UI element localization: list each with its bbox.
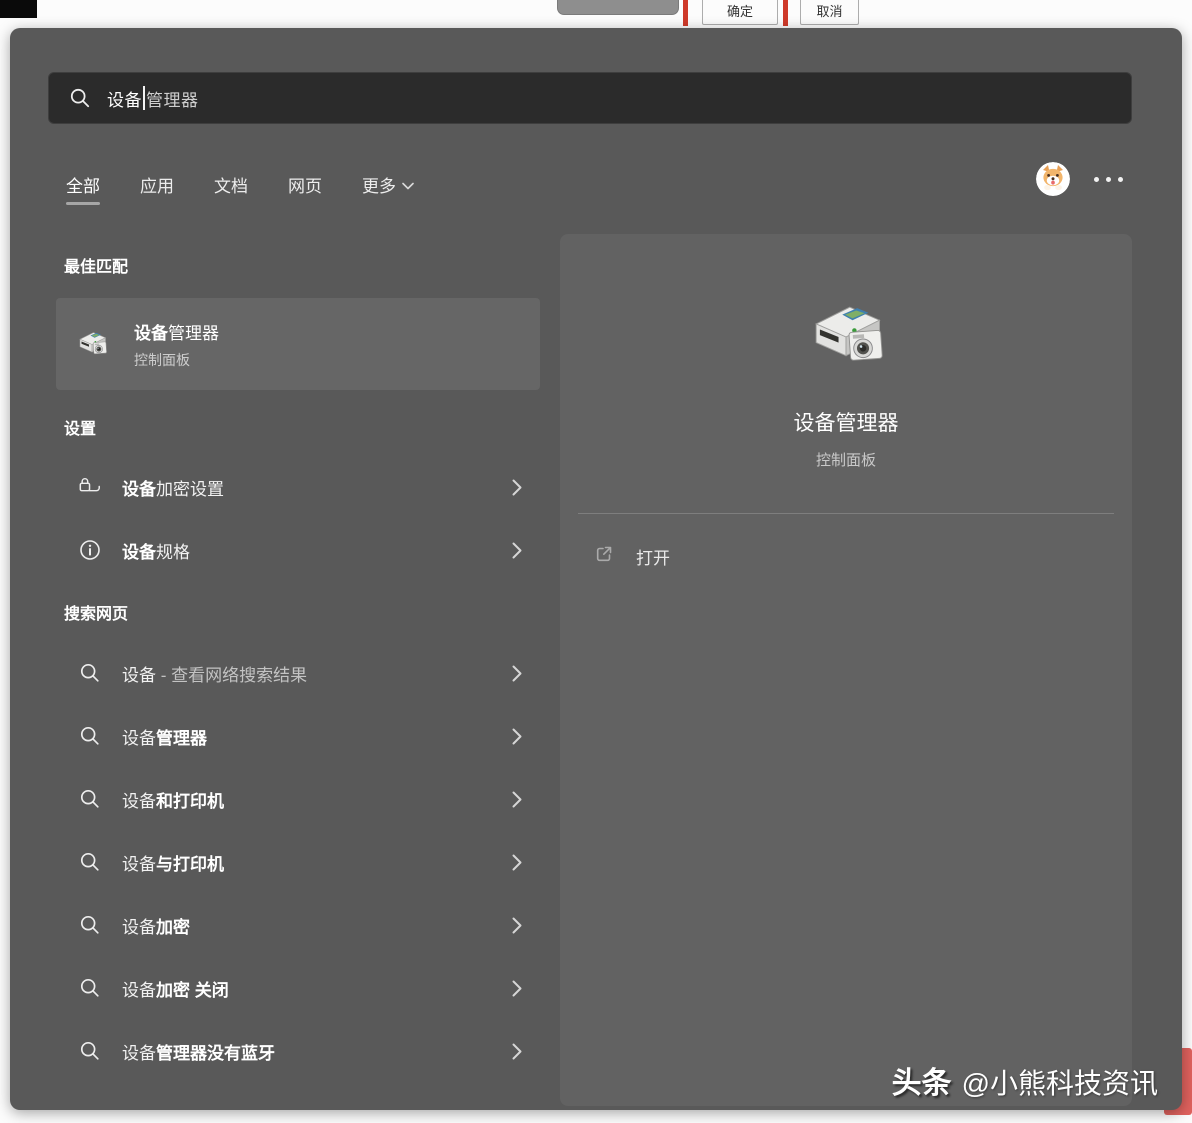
search-query-text: 设备 管理器: [107, 86, 199, 111]
web-suggestion-row[interactable]: 设备加密 关闭: [56, 962, 540, 1014]
chevron-right-icon: [512, 542, 522, 559]
search-icon: [78, 662, 102, 684]
cancel-button[interactable]: 取消: [800, 0, 859, 25]
tab-more[interactable]: 更多: [360, 170, 416, 209]
watermark-handle: @小熊科技资讯: [962, 1062, 1158, 1102]
device-manager-icon: [74, 328, 110, 361]
more-options-icon[interactable]: [1092, 170, 1125, 188]
device-manager-icon: [801, 296, 891, 383]
chevron-right-icon: [512, 1043, 522, 1060]
search-icon: [78, 1040, 102, 1062]
tab-web[interactable]: 网页: [286, 170, 324, 209]
web-suggestion-row[interactable]: 设备管理器: [56, 710, 540, 762]
background-gray-button: [557, 0, 679, 15]
section-header-best-match: 最佳匹配: [64, 253, 128, 277]
web-suggestion-row[interactable]: 设备 - 查看网络搜索结果: [56, 647, 540, 699]
chevron-right-icon: [512, 791, 522, 808]
chevron-right-icon: [512, 917, 522, 934]
chevron-right-icon: [512, 479, 522, 496]
search-input[interactable]: 设备 管理器: [48, 72, 1132, 124]
search-icon: [78, 977, 102, 999]
open-action[interactable]: 打开: [560, 534, 1132, 578]
annotation-red-bar: [683, 0, 688, 26]
ok-button[interactable]: 确定: [702, 0, 778, 25]
inline-autocomplete: 管理器: [146, 86, 199, 111]
settings-result-device-specs[interactable]: 设备规格: [56, 524, 540, 576]
tab-all[interactable]: 全部: [64, 170, 102, 209]
text-caret: [143, 86, 145, 110]
preview-subtitle: 控制面板: [816, 449, 876, 470]
chevron-right-icon: [512, 728, 522, 745]
best-match-title: 设备管理器: [134, 319, 219, 344]
web-suggestion-row[interactable]: 设备加密: [56, 899, 540, 951]
open-label: 打开: [636, 544, 670, 569]
best-match-subtitle: 控制面板: [134, 350, 219, 370]
open-external-icon: [594, 544, 614, 569]
chevron-right-icon: [512, 980, 522, 997]
settings-result-device-encryption[interactable]: 设备加密设置: [56, 461, 540, 513]
background-black-block: [0, 0, 37, 18]
annotation-red-bar: [783, 0, 788, 26]
watermark: 头条 @小熊科技资讯: [892, 1058, 1158, 1102]
search-icon: [78, 725, 102, 747]
chevron-right-icon: [512, 665, 522, 682]
web-suggestion-row[interactable]: 设备管理器没有蓝牙: [56, 1025, 540, 1077]
selected-tab-underline: [66, 202, 100, 205]
info-icon: [78, 538, 102, 562]
section-header-web-search: 搜索网页: [64, 600, 128, 624]
web-suggestion-row[interactable]: 设备和打印机: [56, 773, 540, 825]
divider: [578, 513, 1114, 514]
section-header-settings: 设置: [64, 415, 96, 439]
windows-search-flyout: 设备 管理器 全部 应用 文档 网页 更多: [10, 28, 1182, 1110]
search-icon: [78, 788, 102, 810]
chevron-down-icon: [402, 175, 414, 195]
web-suggestion-row[interactable]: 设备与打印机: [56, 836, 540, 888]
result-preview-pane: 设备管理器 控制面板 打开: [560, 234, 1132, 1106]
search-icon: [78, 914, 102, 936]
search-icon: [69, 87, 91, 109]
tab-documents[interactable]: 文档: [212, 170, 250, 209]
device-encryption-icon: [78, 475, 102, 499]
best-match-result[interactable]: 设备管理器 控制面板: [56, 298, 540, 390]
chevron-right-icon: [512, 854, 522, 871]
watermark-brand: 头条: [892, 1058, 952, 1102]
preview-title: 设备管理器: [794, 407, 899, 437]
account-avatar[interactable]: [1036, 162, 1070, 196]
search-filter-tabs: 全部 应用 文档 网页 更多: [64, 170, 416, 209]
search-icon: [78, 851, 102, 873]
tab-apps[interactable]: 应用: [138, 170, 176, 209]
